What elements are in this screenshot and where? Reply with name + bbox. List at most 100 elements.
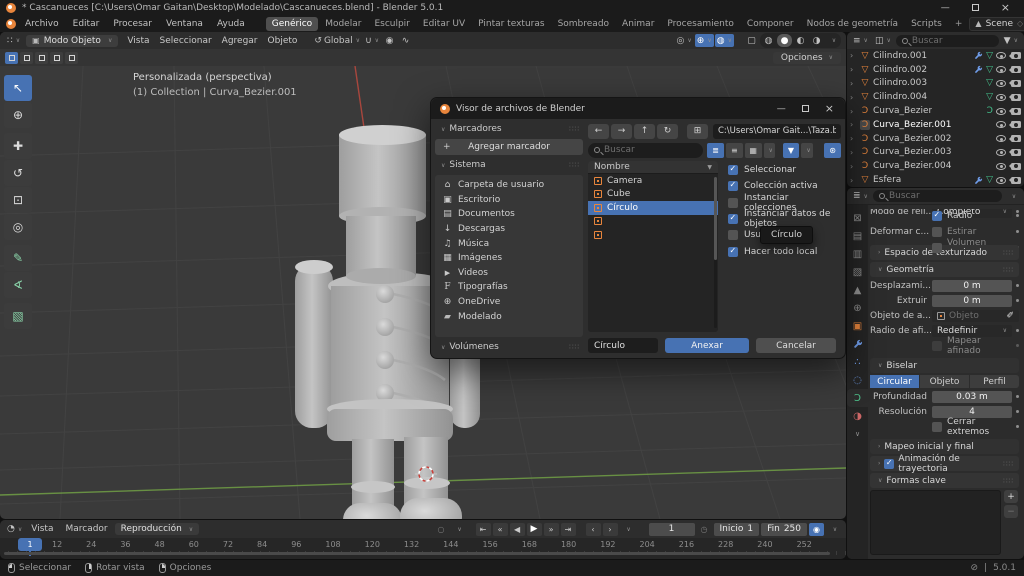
dialog-maximize-button[interactable]: [802, 105, 809, 112]
bevel-tab[interactable]: Perfil: [970, 375, 1019, 388]
bevel-tab[interactable]: Objeto: [920, 375, 969, 388]
name-column-header[interactable]: Nombre▼: [588, 161, 718, 174]
auto-key-record-icon[interactable]: ○: [434, 523, 449, 536]
disable-render-icon[interactable]: [1011, 135, 1021, 142]
expand-icon[interactable]: ›: [850, 134, 857, 143]
overlays-toggle-icon[interactable]: ◍∨: [715, 34, 734, 47]
next-keyframe-button[interactable]: »: [544, 523, 559, 536]
outliner-row[interactable]: › ▽ Cilindro.002 ▽: [847, 63, 1024, 77]
frame-start-field[interactable]: Inicio1: [714, 523, 760, 536]
path-animation-checkbox[interactable]: [884, 459, 894, 469]
pin-icon[interactable]: ◇: [1017, 19, 1023, 28]
disable-render-icon[interactable]: [1011, 94, 1021, 101]
properties-options-icon[interactable]: ∨: [1005, 190, 1020, 203]
use-preview-range-icon[interactable]: ◷: [697, 523, 712, 536]
frame-end-field[interactable]: Fin250: [761, 523, 807, 536]
start-end-panel[interactable]: ›Mapeo inicial y final: [870, 439, 1019, 454]
playback-sync-dropdown-icon[interactable]: ∨: [620, 523, 635, 536]
xray-toggle-icon[interactable]: ▢: [744, 34, 759, 47]
select-mode-intersect[interactable]: [65, 52, 78, 64]
import-option-row[interactable]: Hacer todo local: [728, 243, 841, 259]
expand-icon[interactable]: ›: [850, 65, 857, 74]
rotate-tool[interactable]: ↺: [4, 160, 32, 186]
menu-item[interactable]: Procesar: [106, 17, 159, 31]
filter-toggle-icon[interactable]: ▼: [783, 143, 800, 158]
playback-menu[interactable]: Reproducción∨: [115, 523, 200, 535]
deform-checkbox-row[interactable]: Radio: [932, 209, 1019, 222]
hide-eye-icon[interactable]: [996, 52, 1006, 59]
deform-checkbox-row[interactable]: Estirar: [932, 225, 1019, 238]
display-size-dropdown-icon[interactable]: ∨: [764, 143, 775, 158]
outliner-row[interactable]: › Ɔ Curva_Bezier Ɔ: [847, 104, 1024, 118]
nav-up-button[interactable]: ↑: [634, 124, 655, 139]
select-mode-invert[interactable]: [50, 52, 63, 64]
cancel-button[interactable]: Cancelar: [756, 338, 836, 353]
menu-item[interactable]: Archivo: [18, 17, 66, 31]
system-folder-item[interactable]: Imágenes: [435, 251, 583, 266]
shading-dropdown-icon[interactable]: ∨: [825, 34, 840, 47]
tab-material[interactable]: ◑: [847, 407, 868, 425]
expand-icon[interactable]: ›: [850, 79, 857, 88]
hide-eye-icon[interactable]: [996, 177, 1006, 184]
menu-item[interactable]: Editar: [66, 17, 107, 31]
shape-keys-list[interactable]: [870, 490, 1001, 555]
path-field[interactable]: [713, 124, 841, 139]
workspace-tab[interactable]: Componer: [741, 17, 800, 31]
dialog-minimize-button[interactable]: —: [777, 104, 786, 114]
expand-icon[interactable]: ›: [850, 93, 857, 102]
file-search[interactable]: [588, 143, 703, 158]
file-row[interactable]: Cube: [588, 188, 718, 202]
settings-gear-icon[interactable]: ⊛: [824, 143, 841, 158]
hide-eye-icon[interactable]: [996, 80, 1006, 87]
file-list-scrollbar[interactable]: [714, 177, 717, 328]
import-option-row[interactable]: Seleccionar: [728, 162, 841, 178]
tab-object-data[interactable]: Ɔ: [847, 389, 868, 407]
viewport-menu-item[interactable]: Vista: [122, 36, 154, 46]
checkbox[interactable]: [728, 230, 738, 240]
checkbox[interactable]: [932, 341, 942, 351]
hide-eye-icon[interactable]: [996, 121, 1006, 128]
nav-forward-button[interactable]: →: [611, 124, 632, 139]
outliner-row[interactable]: › Ɔ Curva_Bezier.001: [847, 118, 1024, 132]
bookmarks-panel[interactable]: ∨Marcadores∷∷: [435, 122, 583, 136]
file-row[interactable]: Círculo: [588, 201, 718, 215]
hide-eye-icon[interactable]: [996, 135, 1006, 142]
add-shape-key-button[interactable]: +: [1004, 490, 1018, 503]
outliner-search[interactable]: [896, 35, 999, 47]
prev-keyframe-button[interactable]: «: [493, 523, 508, 536]
orientation-dropdown[interactable]: ↺ Global∨: [312, 34, 362, 47]
workspace-tab[interactable]: Animar: [616, 17, 660, 31]
file-row[interactable]: [588, 215, 718, 229]
shading-material-icon[interactable]: ◐: [793, 34, 808, 47]
offset-field[interactable]: 0 m: [932, 280, 1012, 292]
file-row[interactable]: [588, 228, 718, 242]
playhead[interactable]: 1: [18, 538, 42, 551]
bevel-panel[interactable]: ∨Biselar: [870, 358, 1019, 373]
tab-render[interactable]: ▤: [847, 227, 868, 245]
app-menu-icon[interactable]: [6, 19, 16, 29]
timeline-view-menu[interactable]: Vista: [26, 524, 58, 534]
shading-wireframe-icon[interactable]: ◍: [761, 34, 776, 47]
outliner-row[interactable]: › ▽ Esfera ▽: [847, 173, 1024, 187]
disable-render-icon[interactable]: [1011, 121, 1021, 128]
move-tool[interactable]: ✚: [4, 133, 32, 159]
disable-render-icon[interactable]: [1011, 177, 1021, 184]
display-vertical-list-icon[interactable]: ≣: [707, 143, 724, 158]
viewport-menu-item[interactable]: Objeto: [263, 36, 303, 46]
outliner-filter-icon[interactable]: ▼∨: [1002, 34, 1020, 47]
workspace-tab[interactable]: Nodos de geometría: [801, 17, 904, 31]
disable-render-icon[interactable]: [1011, 108, 1021, 115]
timeline-editor-icon[interactable]: ◔∨: [5, 523, 24, 536]
jump-to-start-button[interactable]: ⇤: [476, 523, 491, 536]
system-folder-item[interactable]: Modelado: [435, 309, 583, 324]
add-bookmark-button[interactable]: +Agregar marcador: [435, 139, 583, 155]
hide-eye-icon[interactable]: [996, 94, 1006, 101]
checkbox[interactable]: [728, 165, 738, 175]
outliner-row[interactable]: › ▽ Cilindro.003 ▽: [847, 77, 1024, 91]
system-folder-item[interactable]: Videos: [435, 266, 583, 281]
timeline-marker-menu[interactable]: Marcador: [60, 524, 112, 534]
transform-tool[interactable]: ◎: [4, 214, 32, 240]
dialog-close-button[interactable]: ×: [825, 102, 834, 115]
system-folder-item[interactable]: Tipografías: [435, 280, 583, 295]
editor-type-icon[interactable]: ∷∨: [5, 34, 22, 47]
